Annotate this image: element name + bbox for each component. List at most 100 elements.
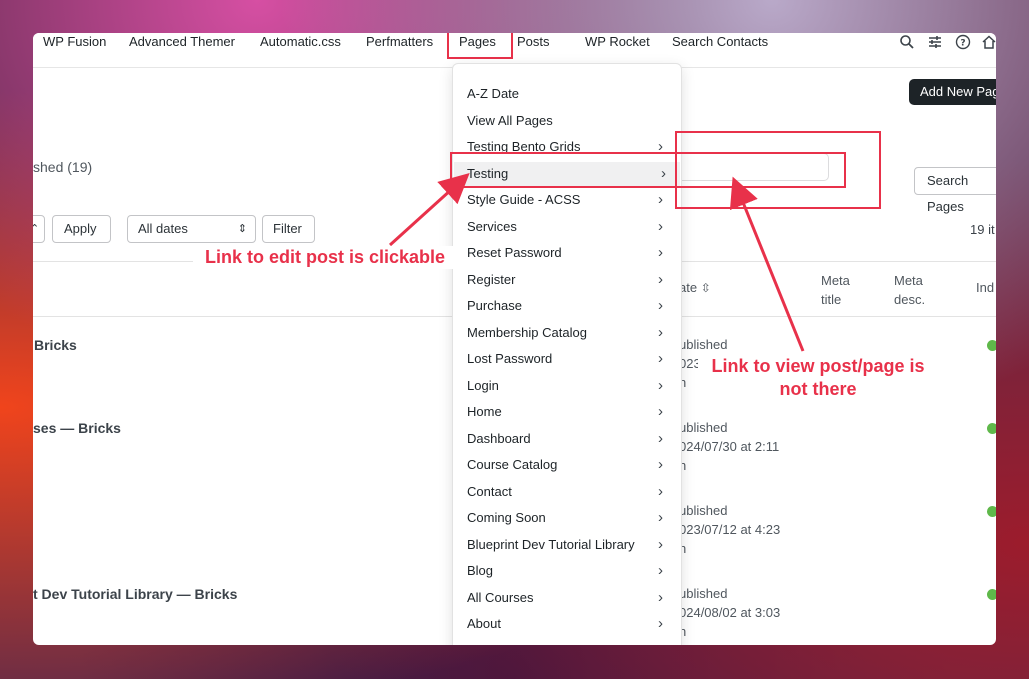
pages-dropdown-menu: A-Z Date View All Pages Testing Bento Grid… (452, 63, 682, 645)
pages-menu-item-label: Purchase (467, 298, 522, 313)
sliders-icon[interactable] (927, 34, 943, 50)
nav-perfmatters[interactable]: Perfmatters (366, 34, 433, 58)
nav-wp-rocket[interactable]: WP Rocket (585, 34, 650, 58)
pages-menu-item[interactable]: Lost Password › (467, 350, 677, 368)
row-status-2: ublished 024/07/30 at 2:11 n (679, 420, 780, 473)
pages-menu-item[interactable]: Purchase › (467, 297, 677, 315)
apply-button[interactable]: Apply (52, 215, 111, 243)
pages-menu-item[interactable]: All Courses › (467, 589, 677, 607)
pages-menu-item-label: All Courses (467, 589, 534, 605)
chevron-right-icon: › (658, 297, 663, 314)
pages-menu-item-label: Home (467, 404, 502, 419)
pages-menu-item[interactable]: Contact › (467, 483, 677, 501)
chevron-right-icon: › (658, 270, 663, 288)
pages-menu-item[interactable]: A-Z Date (467, 85, 677, 103)
pages-menu-item[interactable]: Reset Password › (467, 244, 677, 262)
items-count: 19 it (970, 222, 995, 237)
pages-menu-item[interactable]: Membership Catalog › (467, 324, 677, 342)
row-status-4: ublished 024/08/02 at 3:03 n (679, 586, 781, 639)
date-column-header[interactable]: ate ⇳ (679, 280, 711, 295)
pages-menu-item-label: Register (467, 271, 516, 287)
nav-advanced-themer[interactable]: Advanced Themer (129, 34, 235, 58)
bulk-actions-select[interactable]: ⌃ (33, 215, 45, 243)
pages-menu-item-label: Blueprint Dev Tutorial Library (467, 536, 635, 552)
select-arrow-icon: ⌃ (33, 223, 40, 235)
missing-view-link-box (675, 131, 881, 209)
sort-icon: ⇳ (700, 281, 711, 295)
browser-window: WP Fusion Advanced Themer Automatic.css … (33, 33, 996, 645)
annotation-edit-clickable: Link to edit post is clickable (193, 246, 457, 269)
pages-menu-item-label: About (467, 616, 501, 631)
pages-menu-item-label: Membership Catalog (467, 324, 587, 340)
arrow-to-missing-link (729, 176, 805, 352)
nav-search-contacts[interactable]: Search Contacts (672, 34, 768, 58)
pages-menu-item-label: View All Pages (467, 112, 553, 128)
pages-menu-item[interactable]: Style Guide - ACSS › (467, 191, 677, 209)
pages-highlight-box (447, 33, 513, 59)
chevron-right-icon: › (658, 403, 663, 420)
select-updown-icon: ⇕ (237, 223, 247, 235)
chevron-right-icon: › (658, 482, 663, 500)
meta-desc-column-header: Meta desc. (894, 273, 926, 307)
filter-button[interactable]: Filter (262, 215, 315, 243)
pages-menu-item[interactable]: View All Pages (467, 112, 677, 130)
add-new-page-button[interactable]: Add New Page (909, 79, 996, 105)
home-icon[interactable] (981, 34, 996, 50)
index-check-icon (987, 423, 996, 434)
chevron-right-icon: › (658, 350, 663, 367)
chevron-right-icon: › (658, 429, 663, 447)
help-icon[interactable]: ? (955, 34, 971, 50)
pages-menu-item[interactable]: Course Catalog › (467, 456, 677, 474)
published-filter-link[interactable]: shed (19) (33, 159, 92, 175)
index-column-header: Ind (976, 280, 995, 295)
chevron-right-icon: › (658, 191, 663, 208)
pages-menu-item-label: Services (467, 218, 517, 234)
pages-menu-item-label: Course Catalog (467, 457, 558, 472)
row-status-3: ublished 023/07/12 at 4:23 n (679, 503, 781, 556)
pages-menu-item[interactable]: Register › (467, 271, 677, 289)
chevron-right-icon: › (658, 588, 663, 606)
meta-title-column-header: Meta title (821, 273, 850, 307)
dates-select[interactable]: All dates ⇕ (127, 215, 256, 243)
index-check-icon (987, 589, 996, 600)
row-title-1[interactable]: Bricks (34, 337, 77, 353)
pages-menu-item-label: Blog (467, 563, 494, 578)
search-pages-button[interactable]: Search Pages (914, 167, 996, 214)
chevron-right-icon: › (658, 535, 663, 553)
svg-text:?: ? (960, 39, 965, 49)
pages-menu-item[interactable]: Login › (467, 377, 677, 395)
index-check-icon (987, 340, 996, 351)
chevron-right-icon: › (658, 456, 663, 473)
pages-menu-item-label: Coming Soon (467, 510, 546, 525)
nav-wp-fusion[interactable]: WP Fusion (43, 34, 106, 58)
pages-menu-item[interactable]: Coming Soon › (467, 509, 677, 527)
pages-menu-item-label: Lost Password (467, 351, 553, 366)
pages-menu-item[interactable]: Blog › (467, 562, 677, 580)
row-title-2[interactable]: ses — Bricks (33, 420, 121, 436)
pages-menu-item-label: Reset Password (467, 245, 562, 260)
chevron-right-icon: › (658, 376, 663, 394)
pages-menu-item-label: Style Guide - ACSS (467, 192, 581, 207)
pages-menu-item-label: Contact (467, 483, 512, 499)
pages-menu-item-label: Dashboard (467, 430, 531, 446)
pages-menu-item[interactable]: Blueprint Dev Tutorial Library › (467, 536, 677, 554)
chevron-right-icon: › (658, 244, 663, 261)
pages-menu-item[interactable]: Dashboard › (467, 430, 677, 448)
pages-menu-item[interactable]: Services › (467, 218, 677, 236)
pages-menu-item[interactable]: Home › (467, 403, 677, 421)
nav-automatic-css[interactable]: Automatic.css (260, 34, 341, 58)
chevron-right-icon: › (658, 562, 663, 579)
row-title-4[interactable]: t Dev Tutorial Library — Bricks (33, 586, 237, 602)
pages-menu-item-label: Login (467, 377, 499, 393)
chevron-right-icon: › (658, 323, 663, 341)
chevron-right-icon: › (658, 509, 663, 526)
chevron-right-icon: › (658, 615, 663, 632)
annotation-view-missing: Link to view post/page is not there (698, 355, 938, 401)
dates-select-value: All dates (138, 221, 188, 236)
chevron-right-icon: › (658, 217, 663, 235)
nav-posts[interactable]: Posts (517, 34, 550, 58)
search-icon[interactable] (899, 34, 915, 50)
index-check-icon (987, 506, 996, 517)
pages-menu-item[interactable]: About › (467, 615, 677, 633)
pages-menu-item-label: A-Z Date (467, 86, 520, 101)
